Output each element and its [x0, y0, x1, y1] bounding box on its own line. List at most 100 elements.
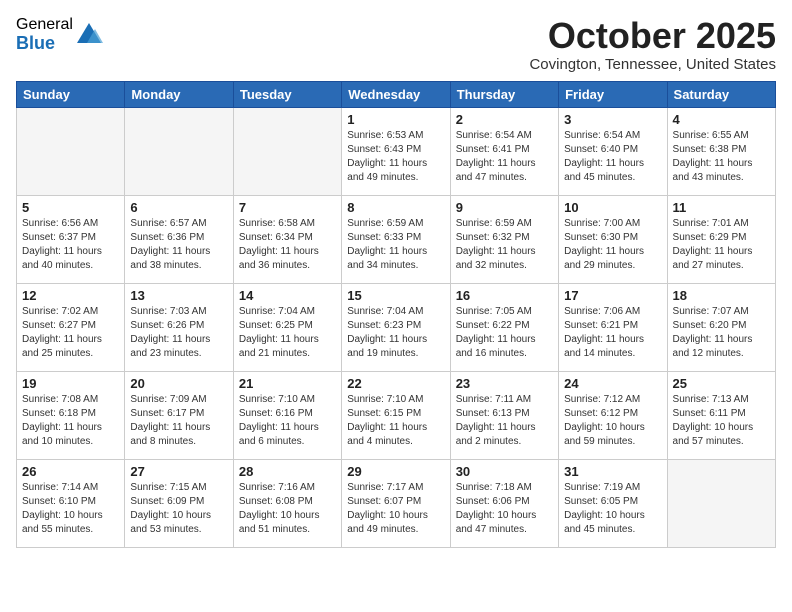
day-cell: [125, 107, 233, 195]
day-cell: 18 Sunrise: 7:07 AM Sunset: 6:20 PM Dayli…: [667, 283, 775, 371]
day-info: Sunrise: 7:10 AM Sunset: 6:15 PM Dayligh…: [347, 393, 444, 449]
day-number: 5: [22, 200, 119, 215]
day-cell: 19 Sunrise: 7:08 AM Sunset: 6:18 PM Dayli…: [17, 371, 125, 459]
day-cell: 10Sunrise: 7:00 AM Sunset: 6:30 PM Dayli…: [559, 195, 667, 283]
col-header-thursday: Thursday: [450, 81, 558, 107]
day-cell: 4 Sunrise: 6:55 AM Sunset: 6:38 PM Daylig…: [667, 107, 775, 195]
day-cell: 29Sunrise: 7:17 AM Sunset: 6:07 PM Dayli…: [342, 459, 450, 547]
day-cell: 22 Sunrise: 7:10 AM Sunset: 6:15 PM Dayli…: [342, 371, 450, 459]
col-header-sunday: Sunday: [17, 81, 125, 107]
day-number: 28: [239, 464, 336, 479]
day-info: Sunrise: 7:01 AM Sunset: 6:29 PM Dayligh…: [673, 217, 770, 273]
day-number: 21: [239, 376, 336, 391]
day-cell: 24 Sunrise: 7:12 AM Sunset: 6:12 PM Dayli…: [559, 371, 667, 459]
day-cell: 16 Sunrise: 7:05 AM Sunset: 6:22 PM Dayli…: [450, 283, 558, 371]
day-info: Sunrise: 6:58 AM Sunset: 6:34 PM Dayligh…: [239, 217, 336, 273]
day-info: Sunrise: 7:19 AM Sunset: 6:05 PM Dayligh…: [564, 481, 661, 537]
day-cell: 31 Sunrise: 7:19 AM Sunset: 6:05 PM Dayli…: [559, 459, 667, 547]
day-number: 25: [673, 376, 770, 391]
day-info: Sunrise: 7:13 AM Sunset: 6:11 PM Dayligh…: [673, 393, 770, 449]
day-cell: 23 Sunrise: 7:11 AM Sunset: 6:13 PM Dayli…: [450, 371, 558, 459]
logo-general: General: [16, 16, 73, 34]
day-info: Sunrise: 6:56 AM Sunset: 6:37 PM Dayligh…: [22, 217, 119, 273]
day-number: 22: [347, 376, 444, 391]
day-cell: [233, 107, 341, 195]
logo-blue: Blue: [16, 34, 73, 54]
day-info: Sunrise: 7:00 AM Sunset: 6:30 PM Dayligh…: [564, 217, 661, 273]
day-info: Sunrise: 7:04 AM Sunset: 6:23 PM Dayligh…: [347, 305, 444, 361]
day-cell: 8 Sunrise: 6:59 AM Sunset: 6:33 PM Daylig…: [342, 195, 450, 283]
day-info: Sunrise: 6:54 AM Sunset: 6:41 PM Dayligh…: [456, 129, 553, 185]
day-number: 20: [130, 376, 227, 391]
calendar-table: SundayMondayTuesdayWednesdayThursdayFrid…: [16, 81, 776, 548]
logo: General Blue: [16, 16, 103, 53]
day-cell: 7 Sunrise: 6:58 AM Sunset: 6:34 PM Daylig…: [233, 195, 341, 283]
day-cell: 6Sunrise: 6:57 AM Sunset: 6:36 PM Daylig…: [125, 195, 233, 283]
col-header-friday: Friday: [559, 81, 667, 107]
day-number: 14: [239, 288, 336, 303]
day-info: Sunrise: 7:15 AM Sunset: 6:09 PM Dayligh…: [130, 481, 227, 537]
day-number: 1: [347, 112, 444, 127]
day-number: 29: [347, 464, 444, 479]
day-info: Sunrise: 7:02 AM Sunset: 6:27 PM Dayligh…: [22, 305, 119, 361]
day-info: Sunrise: 6:55 AM Sunset: 6:38 PM Dayligh…: [673, 129, 770, 185]
day-info: Sunrise: 6:59 AM Sunset: 6:32 PM Dayligh…: [456, 217, 553, 273]
col-header-wednesday: Wednesday: [342, 81, 450, 107]
day-cell: 13Sunrise: 7:03 AM Sunset: 6:26 PM Dayli…: [125, 283, 233, 371]
day-cell: 30 Sunrise: 7:18 AM Sunset: 6:06 PM Dayli…: [450, 459, 558, 547]
day-number: 8: [347, 200, 444, 215]
day-info: Sunrise: 6:59 AM Sunset: 6:33 PM Dayligh…: [347, 217, 444, 273]
day-number: 2: [456, 112, 553, 127]
day-number: 19: [22, 376, 119, 391]
day-cell: 14Sunrise: 7:04 AM Sunset: 6:25 PM Dayli…: [233, 283, 341, 371]
day-info: Sunrise: 6:53 AM Sunset: 6:43 PM Dayligh…: [347, 129, 444, 185]
day-info: Sunrise: 7:16 AM Sunset: 6:08 PM Dayligh…: [239, 481, 336, 537]
day-cell: 27 Sunrise: 7:15 AM Sunset: 6:09 PM Dayli…: [125, 459, 233, 547]
day-cell: 20 Sunrise: 7:09 AM Sunset: 6:17 PM Dayli…: [125, 371, 233, 459]
day-info: Sunrise: 7:08 AM Sunset: 6:18 PM Dayligh…: [22, 393, 119, 449]
day-info: Sunrise: 7:11 AM Sunset: 6:13 PM Dayligh…: [456, 393, 553, 449]
day-cell: 17Sunrise: 7:06 AM Sunset: 6:21 PM Dayli…: [559, 283, 667, 371]
day-number: 17: [564, 288, 661, 303]
day-number: 18: [673, 288, 770, 303]
day-cell: 2 Sunrise: 6:54 AM Sunset: 6:41 PM Daylig…: [450, 107, 558, 195]
day-number: 24: [564, 376, 661, 391]
logo-icon: [75, 21, 103, 49]
day-cell: 28 Sunrise: 7:16 AM Sunset: 6:08 PM Dayli…: [233, 459, 341, 547]
day-number: 30: [456, 464, 553, 479]
day-info: Sunrise: 7:14 AM Sunset: 6:10 PM Dayligh…: [22, 481, 119, 537]
day-number: 26: [22, 464, 119, 479]
day-number: 9: [456, 200, 553, 215]
day-info: Sunrise: 7:05 AM Sunset: 6:22 PM Dayligh…: [456, 305, 553, 361]
day-cell: 26 Sunrise: 7:14 AM Sunset: 6:10 PM Dayli…: [17, 459, 125, 547]
day-number: 15: [347, 288, 444, 303]
day-cell: 9 Sunrise: 6:59 AM Sunset: 6:32 PM Daylig…: [450, 195, 558, 283]
day-cell: 1 Sunrise: 6:53 AM Sunset: 6:43 PM Daylig…: [342, 107, 450, 195]
day-number: 7: [239, 200, 336, 215]
day-info: Sunrise: 7:10 AM Sunset: 6:16 PM Dayligh…: [239, 393, 336, 449]
month-title: October 2025: [529, 16, 776, 56]
day-number: 4: [673, 112, 770, 127]
day-cell: 12Sunrise: 7:02 AM Sunset: 6:27 PM Dayli…: [17, 283, 125, 371]
day-cell: [667, 459, 775, 547]
day-number: 31: [564, 464, 661, 479]
week-row-3: 12Sunrise: 7:02 AM Sunset: 6:27 PM Dayli…: [17, 283, 776, 371]
page-header: General Blue October 2025 Covington, Ten…: [16, 16, 776, 73]
day-info: Sunrise: 7:03 AM Sunset: 6:26 PM Dayligh…: [130, 305, 227, 361]
location: Covington, Tennessee, United States: [529, 56, 776, 73]
week-row-1: 1 Sunrise: 6:53 AM Sunset: 6:43 PM Daylig…: [17, 107, 776, 195]
day-number: 23: [456, 376, 553, 391]
col-header-tuesday: Tuesday: [233, 81, 341, 107]
header-row: SundayMondayTuesdayWednesdayThursdayFrid…: [17, 81, 776, 107]
day-number: 16: [456, 288, 553, 303]
day-info: Sunrise: 7:12 AM Sunset: 6:12 PM Dayligh…: [564, 393, 661, 449]
day-number: 27: [130, 464, 227, 479]
week-row-2: 5 Sunrise: 6:56 AM Sunset: 6:37 PM Daylig…: [17, 195, 776, 283]
day-cell: 11 Sunrise: 7:01 AM Sunset: 6:29 PM Dayli…: [667, 195, 775, 283]
day-info: Sunrise: 7:18 AM Sunset: 6:06 PM Dayligh…: [456, 481, 553, 537]
day-info: Sunrise: 7:09 AM Sunset: 6:17 PM Dayligh…: [130, 393, 227, 449]
day-info: Sunrise: 7:07 AM Sunset: 6:20 PM Dayligh…: [673, 305, 770, 361]
day-cell: 21 Sunrise: 7:10 AM Sunset: 6:16 PM Dayli…: [233, 371, 341, 459]
day-number: 11: [673, 200, 770, 215]
day-cell: 5 Sunrise: 6:56 AM Sunset: 6:37 PM Daylig…: [17, 195, 125, 283]
